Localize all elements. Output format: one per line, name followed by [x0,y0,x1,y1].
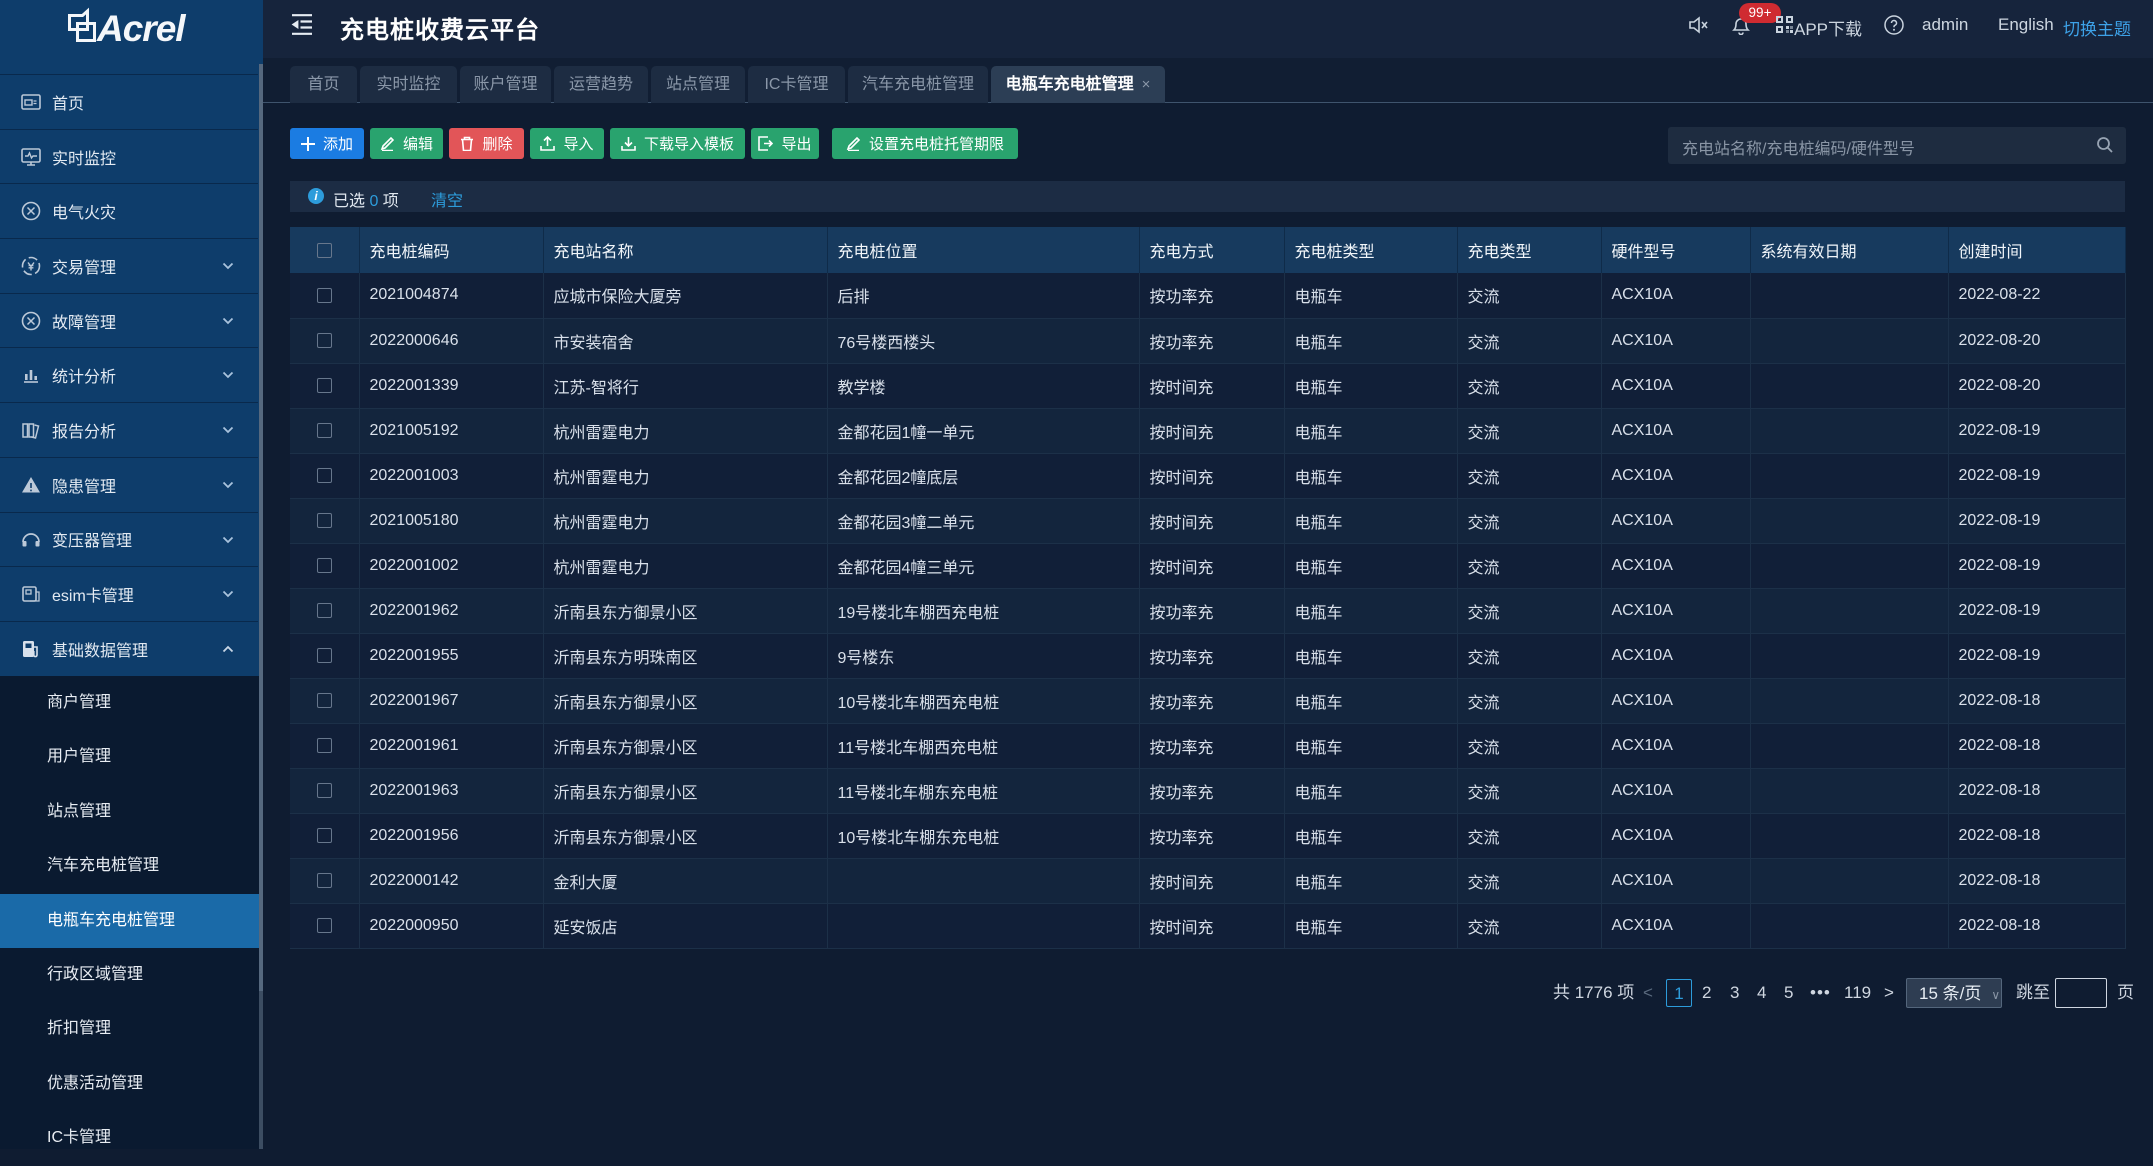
svg-text:Acrel: Acrel [96,8,186,49]
